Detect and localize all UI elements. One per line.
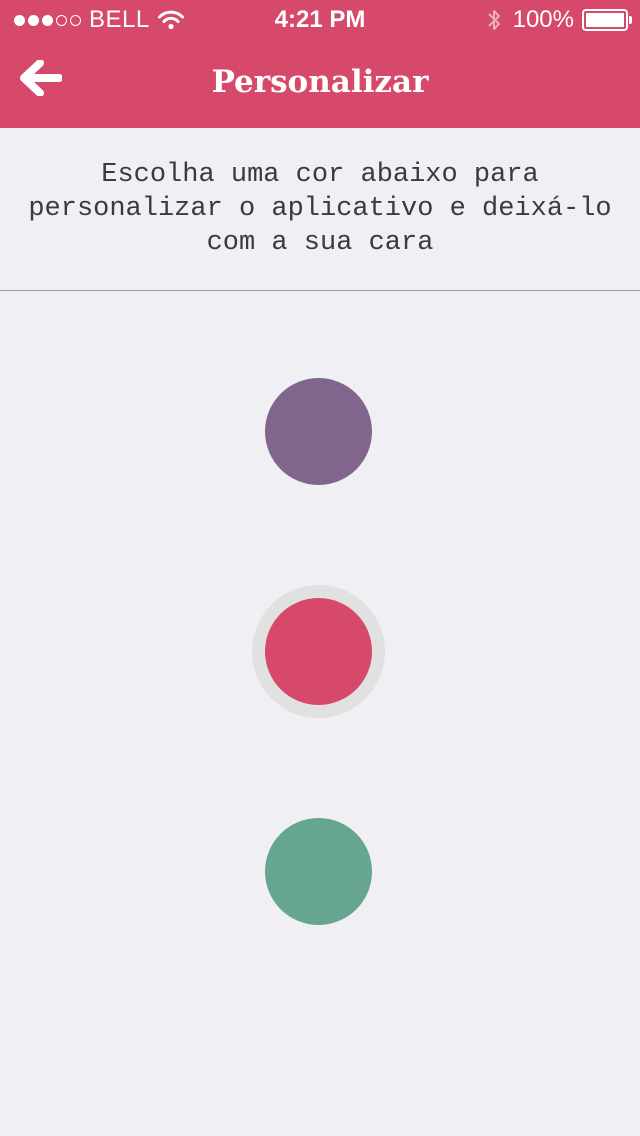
battery-percentage: 100% [512, 6, 574, 33]
bluetooth-icon [487, 8, 501, 32]
app-header: BELL 4:21 PM 100% Personalizar [0, 0, 640, 128]
color-option-pink[interactable] [265, 598, 372, 705]
color-option-purple[interactable] [265, 378, 372, 485]
status-right: 100% [487, 6, 632, 34]
color-option-green[interactable] [265, 818, 372, 925]
battery-tip [629, 16, 632, 24]
battery-icon [582, 9, 632, 31]
status-bar: BELL 4:21 PM 100% [0, 0, 640, 40]
battery-fill [586, 13, 624, 27]
intro-text: Escolha uma cor abaixo para personalizar… [28, 160, 612, 258]
intro-section: Escolha uma cor abaixo para personalizar… [0, 128, 640, 291]
page-title: Personalizar [211, 64, 429, 100]
